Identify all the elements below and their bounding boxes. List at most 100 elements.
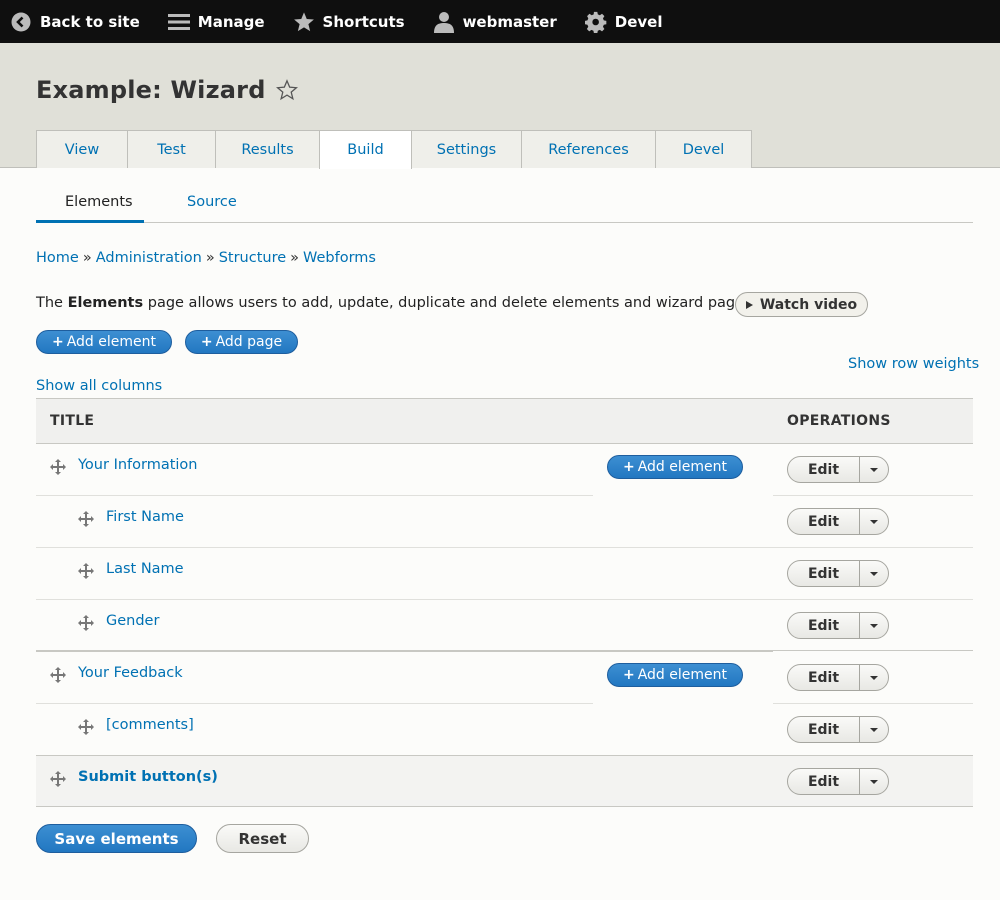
shortcuts-label: Shortcuts — [322, 12, 405, 31]
row-title-link[interactable]: First Name — [106, 509, 184, 525]
description-bold: Elements — [67, 295, 144, 311]
add-page-button[interactable]: + Add page — [185, 330, 298, 354]
breadcrumb-home[interactable]: Home — [36, 250, 79, 266]
drag-handle-icon[interactable] — [50, 771, 66, 787]
user-icon — [433, 11, 455, 33]
plus-icon: + — [51, 334, 64, 350]
page-description: The Elements page allows users to add, u… — [36, 295, 756, 311]
add-element-label: Add element — [66, 334, 157, 350]
operations-dropbutton: Edit — [787, 716, 889, 743]
subtab-source[interactable]: Source — [187, 194, 237, 210]
save-elements-button[interactable]: Save elements — [36, 824, 197, 853]
drag-handle-icon[interactable] — [78, 719, 94, 735]
manage-label: Manage — [197, 12, 265, 31]
plus-icon: + — [200, 334, 213, 350]
reset-button[interactable]: Reset — [216, 824, 309, 853]
tab-results[interactable]: Results — [215, 130, 320, 168]
back-to-site-link[interactable]: Back to site — [10, 0, 140, 43]
back-to-site-label: Back to site — [40, 12, 140, 31]
add-shortcut-star-icon[interactable] — [275, 79, 298, 101]
tab-references[interactable]: References — [521, 130, 656, 168]
breadcrumb-structure[interactable]: Structure — [219, 250, 286, 266]
breadcrumb-administration[interactable]: Administration — [96, 250, 202, 266]
plus-icon: + — [622, 459, 635, 475]
tab-view[interactable]: View — [36, 130, 128, 168]
chevron-down-icon — [870, 519, 878, 524]
user-menu-button[interactable]: webmaster — [433, 0, 557, 43]
edit-button[interactable]: Edit — [788, 509, 860, 534]
drag-handle-icon[interactable] — [50, 459, 66, 475]
drag-handle-icon[interactable] — [78, 563, 94, 579]
table-row: Submit button(s) Edit — [36, 756, 973, 807]
add-element-button[interactable]: + Add element — [36, 330, 172, 354]
operations-toggle[interactable] — [860, 769, 888, 794]
drag-handle-icon[interactable] — [50, 667, 66, 683]
row-title-link[interactable]: Submit button(s) — [78, 769, 218, 785]
devel-menu-button[interactable]: Devel — [584, 0, 663, 43]
table-row: Your Information + Add element Edit — [36, 444, 973, 496]
row-add-element-button[interactable]: + Add element — [607, 455, 743, 479]
star-icon — [293, 11, 315, 33]
chevron-down-icon — [870, 623, 878, 628]
description-prefix: The — [36, 295, 68, 311]
table-row: Last Name Edit — [36, 548, 973, 600]
column-operations-header: OPERATIONS — [787, 413, 891, 429]
edit-button[interactable]: Edit — [788, 561, 860, 586]
table-row: First Name Edit — [36, 496, 973, 548]
row-title-link[interactable]: Gender — [106, 613, 159, 629]
show-all-columns-link[interactable]: Show all columns — [36, 378, 162, 394]
hamburger-icon — [167, 11, 190, 33]
subtab-elements[interactable]: Elements — [65, 194, 133, 210]
operations-dropbutton: Edit — [787, 612, 889, 639]
play-icon — [745, 300, 753, 309]
drag-handle-icon[interactable] — [78, 615, 94, 631]
row-title-link[interactable]: Your Feedback — [78, 665, 183, 681]
row-divider — [36, 806, 973, 807]
breadcrumb-separator: » — [290, 250, 300, 266]
row-add-element-label: Add element — [637, 667, 728, 683]
primary-tabs: View Test Results Build Settings Referen… — [36, 130, 752, 169]
page-title-text: Example: Wizard — [36, 76, 266, 104]
admin-toolbar: Back to site Manage Shortcuts webmaster … — [0, 0, 1000, 43]
secondary-tabs: Elements Source — [36, 186, 973, 223]
username-label: webmaster — [462, 12, 557, 31]
edit-button[interactable]: Edit — [788, 457, 860, 482]
tab-devel[interactable]: Devel — [655, 130, 752, 168]
edit-button[interactable]: Edit — [788, 665, 860, 690]
shortcuts-button[interactable]: Shortcuts — [293, 0, 405, 43]
row-title-link[interactable]: [comments] — [106, 717, 194, 733]
description-suffix: page allows users to add, update, duplic… — [143, 295, 757, 311]
table-header: TITLE OPERATIONS — [36, 398, 973, 444]
tab-test[interactable]: Test — [127, 130, 216, 168]
manage-menu-button[interactable]: Manage — [167, 0, 265, 43]
edit-button[interactable]: Edit — [788, 613, 860, 638]
add-page-label: Add page — [215, 334, 283, 350]
row-add-element-button[interactable]: + Add element — [607, 663, 743, 687]
chevron-down-icon — [870, 675, 878, 680]
drag-handle-icon[interactable] — [78, 511, 94, 527]
operations-toggle[interactable] — [860, 561, 888, 586]
breadcrumb: Home» Administration» Structure» Webforms — [36, 250, 376, 266]
operations-toggle[interactable] — [860, 717, 888, 742]
row-title-link[interactable]: Your Information — [78, 457, 198, 473]
chevron-down-icon — [870, 727, 878, 732]
breadcrumb-webforms[interactable]: Webforms — [303, 250, 376, 266]
operations-toggle[interactable] — [860, 665, 888, 690]
table-row: [comments] Edit — [36, 704, 973, 756]
show-row-weights-link[interactable]: Show row weights — [848, 356, 979, 372]
operations-toggle[interactable] — [860, 613, 888, 638]
operations-toggle[interactable] — [860, 509, 888, 534]
operations-dropbutton: Edit — [787, 768, 889, 795]
row-title-link[interactable]: Last Name — [106, 561, 184, 577]
tab-settings[interactable]: Settings — [411, 130, 522, 168]
watch-video-button[interactable]: Watch video — [735, 292, 868, 317]
edit-button[interactable]: Edit — [788, 769, 860, 794]
tab-build[interactable]: Build — [319, 130, 412, 169]
edit-button[interactable]: Edit — [788, 717, 860, 742]
devel-label: Devel — [614, 12, 663, 31]
chevron-down-icon — [870, 467, 878, 472]
chevron-down-icon — [870, 571, 878, 576]
watch-video-label: Watch video — [759, 296, 858, 313]
row-add-element-label: Add element — [637, 459, 728, 475]
operations-toggle[interactable] — [860, 457, 888, 482]
